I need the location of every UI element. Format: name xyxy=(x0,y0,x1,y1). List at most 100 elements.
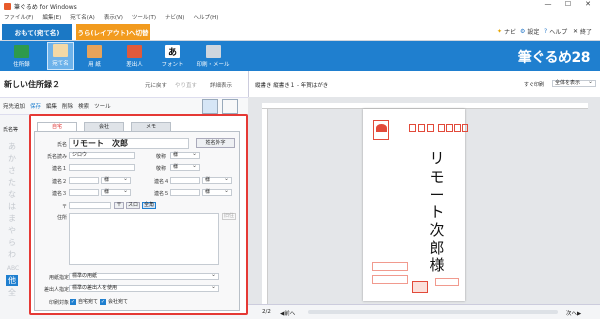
edit-button[interactable]: 編集 xyxy=(46,102,57,110)
zoom-select[interactable]: 全体を表示 xyxy=(552,79,596,87)
maximize-button[interactable]: ☐ xyxy=(560,0,576,8)
list-view-icon[interactable] xyxy=(222,99,238,114)
zip-search-button[interactable]: 〒 xyxy=(114,202,124,209)
print-office-checkbox[interactable]: ✓ 会社宛て xyxy=(100,298,128,305)
print-home-checkbox[interactable]: ✓ 自宅宛て xyxy=(70,298,98,305)
save-button[interactable]: 保存 xyxy=(30,102,41,110)
ribbon-print-mail[interactable]: 印刷・メール xyxy=(196,42,230,70)
ribbon-font[interactable]: あフォント xyxy=(159,42,186,70)
rel3-label: 連名３ xyxy=(51,191,67,197)
tools-button[interactable]: ツール xyxy=(94,102,111,110)
menu-tools[interactable]: ツール(T) xyxy=(132,13,156,21)
menu-bar: ファイル(F) 編集(E) 宛て名(A) 表示(V) ツール(T) ナビ(N) … xyxy=(0,12,600,22)
tab-memo[interactable]: メモ xyxy=(131,122,171,131)
ribbon-recipient[interactable]: 宛て名 xyxy=(47,42,74,70)
paper-select[interactable]: 標準の用紙 xyxy=(69,272,219,280)
card-view-icon[interactable] xyxy=(202,99,218,114)
zip-field[interactable] xyxy=(69,202,111,209)
ribbon-sender[interactable]: 差出人 xyxy=(121,42,148,70)
index-ha[interactable]: は xyxy=(6,201,18,212)
help-icon: ? xyxy=(544,28,548,35)
rel2-field[interactable] xyxy=(69,177,99,184)
index-na[interactable]: な xyxy=(6,189,18,200)
mode-front-tab[interactable]: おもて(宛て名) xyxy=(2,24,72,40)
address-label: 住所 xyxy=(56,215,67,221)
help-button[interactable]: ? ヘルプ xyxy=(544,27,567,36)
reading-label: 氏名読み xyxy=(46,154,67,160)
address-field[interactable] xyxy=(69,213,219,265)
old-address-button[interactable]: 旧住 xyxy=(222,213,236,220)
sender-select[interactable]: 標準の差出人を使用 xyxy=(69,284,219,292)
menu-navi[interactable]: ナビ(N) xyxy=(165,13,184,21)
index-ta[interactable]: た xyxy=(6,177,18,188)
index-ya[interactable]: や xyxy=(6,225,18,236)
settings-button[interactable]: ⚙ 設定 xyxy=(520,27,539,36)
rel2-title[interactable]: 様 xyxy=(101,176,131,184)
index-ka[interactable]: か xyxy=(6,153,18,164)
search-button[interactable]: 検索 xyxy=(78,102,89,110)
menu-help[interactable]: ヘルプ(H) xyxy=(193,13,218,21)
sender-zip-boxes xyxy=(435,278,459,286)
title-select[interactable]: 様 xyxy=(170,151,200,159)
title2-label: 敬称 xyxy=(155,166,166,172)
index-wa[interactable]: わ xyxy=(6,249,18,260)
rel3-title[interactable]: 様 xyxy=(101,188,131,196)
name-field[interactable]: リモート 次郎 xyxy=(69,138,189,149)
gaiji-button[interactable]: 姓名外字 xyxy=(196,138,235,148)
close-button[interactable]: ✕ xyxy=(580,0,596,8)
paper-label: 用紙指定 xyxy=(48,275,69,281)
menu-view[interactable]: 表示(V) xyxy=(104,13,123,21)
postal-box xyxy=(418,124,425,132)
lottery-icon xyxy=(412,281,428,293)
page-scrollbar[interactable] xyxy=(308,310,558,314)
ribbon-addressbook[interactable]: 住所録 xyxy=(8,42,35,70)
postal-box xyxy=(427,124,434,132)
reading-field[interactable]: ジロウ xyxy=(69,152,135,159)
menu-address[interactable]: 宛て名(A) xyxy=(70,13,95,21)
delete-button[interactable]: 削除 xyxy=(62,102,73,110)
index-all[interactable]: 全 xyxy=(6,287,18,298)
tab-company[interactable]: 会社 xyxy=(84,122,124,131)
space-button[interactable]: スロ xyxy=(126,202,140,209)
index-a[interactable]: あ xyxy=(6,141,18,152)
rel5-field[interactable] xyxy=(170,189,200,196)
next-button[interactable]: 次へ▶ xyxy=(566,309,581,317)
tab-home[interactable]: 自宅 xyxy=(37,122,77,131)
rel4-title[interactable]: 様 xyxy=(202,176,232,184)
index-other[interactable]: 他 xyxy=(6,275,18,286)
ribbon-paper[interactable]: 用 紙 xyxy=(81,42,108,70)
index-sa[interactable]: さ xyxy=(6,165,18,176)
detail-view-link[interactable]: 詳細表示 xyxy=(210,81,232,89)
fullwidth-button[interactable]: 全角 xyxy=(142,202,156,209)
postal-box xyxy=(462,124,468,132)
postcard-preview xyxy=(363,109,465,301)
rel5-title[interactable]: 様 xyxy=(202,188,232,196)
redo-link[interactable]: やり直す xyxy=(175,81,197,89)
page-indicator: 2/2 xyxy=(262,309,271,315)
window-title: 筆ぐるめ for Windows xyxy=(14,3,77,11)
prev-button[interactable]: ◀前へ xyxy=(280,309,295,317)
sort-label[interactable]: 氏名等 xyxy=(3,126,18,133)
menu-edit[interactable]: 編集(E) xyxy=(42,13,61,21)
rel4-field[interactable] xyxy=(170,177,200,184)
undo-link[interactable]: 元に戻す xyxy=(145,81,167,89)
menu-file[interactable]: ファイル(F) xyxy=(4,13,33,21)
ribbon: 住所録 宛て名 用 紙 差出人 あフォント 印刷・メール 筆ぐるめ28 xyxy=(0,41,600,71)
addressbook-header: 新しい住所録２ 元に戻す やり直す 詳細表示 xyxy=(0,71,248,97)
layout-title: 縦書き 縦書き１ - 年賀はがき xyxy=(255,83,329,89)
ribbon-label: 宛て名 xyxy=(52,61,69,67)
mode-back-tab[interactable]: うら(レイアウト)へ切替 xyxy=(76,24,150,40)
index-ma[interactable]: ま xyxy=(6,213,18,224)
minimize-button[interactable]: — xyxy=(540,0,556,8)
rel3-field[interactable] xyxy=(69,189,99,196)
navi-button[interactable]: ✦ ナビ xyxy=(497,27,516,36)
quick-print-label[interactable]: すぐ印刷 xyxy=(524,81,544,88)
exit-button[interactable]: ✕ 終了 xyxy=(573,27,592,36)
rel1-field[interactable] xyxy=(69,164,135,171)
title2-select[interactable]: 様 xyxy=(170,163,200,171)
addressbook-title: 新しい住所録２ xyxy=(4,80,60,89)
index-ra[interactable]: ら xyxy=(6,237,18,248)
add-recipient-button[interactable]: 宛先追加 xyxy=(3,102,25,110)
index-abc[interactable]: ABC xyxy=(4,265,22,272)
ribbon-label: 用 紙 xyxy=(88,62,101,68)
